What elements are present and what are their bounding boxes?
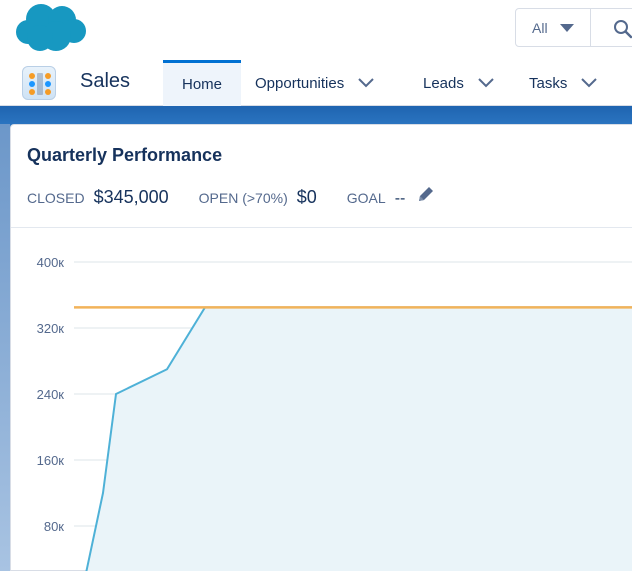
app-navigation: Sales Home Opportunities Leads Tasks: [0, 56, 632, 106]
quarterly-performance-chart: 400к 320к 240к 160к 80к: [37, 255, 632, 571]
search-icon[interactable]: [613, 19, 632, 39]
app-launcher-button[interactable]: [22, 66, 56, 100]
y-tick-label: 80к: [44, 519, 64, 534]
chevron-down-icon[interactable]: [358, 78, 374, 88]
goal-label: GOAL: [346, 190, 386, 206]
y-tick-label: 320к: [37, 321, 65, 336]
tab-label: Home: [181, 76, 222, 93]
y-tick-label: 240к: [37, 387, 65, 402]
series-area: [82, 307, 632, 571]
search-scope-label: All: [532, 19, 548, 36]
open-label: OPEN (>70%): [198, 190, 288, 206]
tab-tasks[interactable]: Tasks: [529, 60, 598, 106]
tab-label: Leads: [423, 74, 464, 92]
caret-down-icon: [559, 23, 574, 32]
chevron-down-icon[interactable]: [581, 78, 598, 88]
pencil-icon[interactable]: [417, 185, 435, 203]
chevron-down-icon[interactable]: [478, 78, 494, 88]
search-scope-dropdown[interactable]: All: [516, 9, 591, 46]
card-title: Quarterly Performance: [27, 145, 223, 165]
closed-value: $345,000: [93, 187, 169, 207]
open-value: $0: [296, 187, 317, 207]
goal-value: --: [394, 190, 406, 207]
tab-label: Tasks: [529, 74, 568, 92]
tab-leads[interactable]: Leads: [423, 60, 494, 106]
app-name: Sales: [80, 70, 131, 92]
tab-home[interactable]: Home: [163, 60, 241, 106]
closed-label: CLOSED: [27, 190, 85, 206]
app-launcher-icon: [29, 73, 51, 95]
cloud-logo[interactable]: [14, 2, 88, 54]
y-tick-label: 400к: [37, 255, 65, 270]
y-tick-label: 160к: [37, 453, 65, 468]
tab-opportunities[interactable]: Opportunities: [255, 60, 374, 106]
tab-label: Opportunities: [255, 74, 345, 92]
performance-stats: CLOSED $345,000 OPEN (>70%) $0 GOAL --: [27, 185, 435, 208]
global-header: All: [0, 0, 632, 56]
global-search: All: [515, 8, 632, 47]
